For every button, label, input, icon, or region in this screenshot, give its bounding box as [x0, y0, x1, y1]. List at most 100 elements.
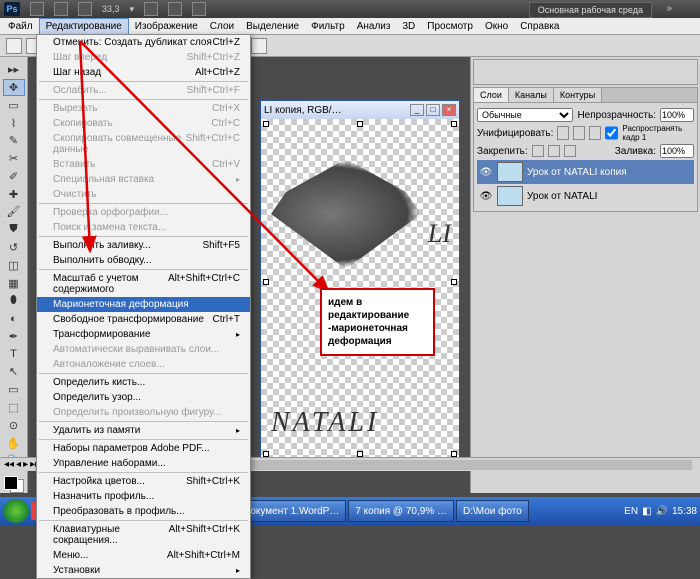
clock[interactable]: 15:38 — [672, 506, 697, 517]
menu-фильтр[interactable]: Фильтр — [305, 19, 351, 34]
move-tool-preset[interactable] — [6, 38, 22, 54]
menu-выделение[interactable]: Выделение — [240, 19, 305, 34]
marquee-tool[interactable]: ▭ — [3, 97, 25, 114]
menu-item[interactable]: Преобразовать в профиль... — [37, 504, 250, 519]
menu-item[interactable]: Управление наборами... — [37, 456, 250, 471]
menu-item[interactable]: Настройка цветов...Shift+Ctrl+K — [37, 474, 250, 489]
3d-tool[interactable]: ⬚ — [3, 399, 25, 416]
menu-item[interactable]: Марионеточная деформация — [37, 297, 250, 312]
close-button[interactable]: × — [442, 104, 456, 116]
menu-редактирование[interactable]: Редактирование — [39, 18, 129, 35]
visibility-icon[interactable]: 👁 — [479, 191, 493, 202]
lock-position-icon[interactable] — [548, 145, 560, 157]
taskbar-item[interactable]: D:\Мои фото — [456, 500, 529, 522]
panel-tab[interactable]: Слои — [474, 88, 509, 102]
shape-tool[interactable]: ▭ — [3, 381, 25, 398]
opacity-input[interactable] — [660, 108, 694, 122]
path-tool[interactable]: ↖ — [3, 364, 25, 381]
healing-tool[interactable]: ✚ — [3, 186, 25, 203]
menu-анализ[interactable]: Анализ — [351, 19, 397, 34]
blur-tool[interactable]: ⬮ — [3, 292, 25, 309]
crop-tool[interactable]: ✂ — [3, 150, 25, 167]
layer-thumb[interactable] — [497, 162, 523, 182]
unify-icon[interactable] — [589, 126, 601, 140]
tab-icon[interactable]: ▸▸ — [3, 61, 25, 78]
menu-слои[interactable]: Слои — [204, 19, 240, 34]
menu-item[interactable]: Назначить профиль... — [37, 489, 250, 504]
taskbar-item[interactable]: Документ 1.WordP… — [236, 500, 346, 522]
document-window[interactable]: LI копия, RGB/… _ □ × LI NATALI — [260, 100, 460, 460]
eyedropper-tool[interactable]: ✐ — [3, 168, 25, 185]
menu-item[interactable]: Выполнить заливку...Shift+F5 — [37, 238, 250, 253]
taskbar-item[interactable]: 7 копия @ 70,9% … — [348, 500, 454, 522]
panel-tab[interactable]: Каналы — [509, 88, 554, 102]
workspace-switcher[interactable]: Основная рабочая среда — [529, 2, 652, 18]
layer-row[interactable]: 👁Урок от NATALI копия — [477, 160, 694, 184]
layer-thumb[interactable] — [497, 186, 523, 206]
minibridge-icon[interactable] — [54, 2, 68, 16]
document-title: LI копия, RGB/… — [264, 105, 342, 116]
visibility-icon[interactable]: 👁 — [479, 167, 493, 178]
collapsed-panel[interactable] — [473, 59, 698, 85]
tray-icon[interactable]: ◧ — [642, 506, 651, 517]
distribute-icon[interactable] — [251, 38, 267, 54]
unify-icon[interactable] — [573, 126, 585, 140]
start-button[interactable] — [3, 499, 29, 523]
view-extras-icon[interactable] — [78, 2, 92, 16]
chevron-right-icon[interactable]: » — [666, 3, 672, 14]
quick-select-tool[interactable]: ✎ — [3, 132, 25, 149]
menu-просмотр[interactable]: Просмотр — [421, 19, 479, 34]
blend-mode-select[interactable]: Обычные — [477, 108, 573, 122]
menu-3d[interactable]: 3D — [396, 19, 421, 34]
menu-справка[interactable]: Справка — [514, 19, 565, 34]
menu-файл[interactable]: Файл — [2, 19, 39, 34]
pen-tool[interactable]: ✒ — [3, 328, 25, 345]
lasso-tool[interactable]: ⌇ — [3, 115, 25, 132]
screenmode-icon[interactable] — [192, 2, 206, 16]
layer-row[interactable]: 👁Урок от NATALI — [477, 184, 694, 208]
maximize-button[interactable]: □ — [426, 104, 440, 116]
menu-item[interactable]: Свободное трансформированиеCtrl+T — [37, 312, 250, 327]
minimize-button[interactable]: _ — [410, 104, 424, 116]
document-titlebar[interactable]: LI копия, RGB/… _ □ × — [261, 101, 459, 119]
propagate-checkbox[interactable] — [605, 126, 618, 140]
zoom-dropdown-icon[interactable]: ▾ — [130, 4, 135, 15]
menu-item[interactable]: Наборы параметров Adobe PDF... — [37, 441, 250, 456]
arrange-icon[interactable] — [168, 2, 182, 16]
lock-all-icon[interactable] — [564, 145, 576, 157]
menu-item[interactable]: Установки — [37, 563, 250, 578]
lang-indicator[interactable]: EN — [624, 506, 638, 517]
brush-tool[interactable]: 🖌 — [3, 204, 25, 221]
hand-tool[interactable]: ✋ — [3, 435, 25, 452]
type-tool[interactable]: T — [3, 346, 25, 363]
menu-item[interactable]: Клавиатурные сокращения...Alt+Shift+Ctrl… — [37, 522, 250, 548]
3d-camera-tool[interactable]: ⊙ — [3, 417, 25, 434]
history-brush-tool[interactable]: ↺ — [3, 239, 25, 256]
menu-item[interactable]: Отменить: Создать дубликат слояCtrl+Z — [37, 35, 250, 50]
stamp-tool[interactable]: ⛊ — [3, 221, 25, 238]
menu-item[interactable]: Определить кисть... — [37, 375, 250, 390]
menu-item[interactable]: Определить узор... — [37, 390, 250, 405]
menu-item[interactable]: Выполнить обводку... — [37, 253, 250, 268]
color-swatches[interactable] — [4, 476, 24, 493]
menu-item[interactable]: Удалить из памяти — [37, 423, 250, 438]
gradient-tool[interactable]: ▦ — [3, 275, 25, 292]
dodge-tool[interactable]: ◐ — [3, 310, 25, 327]
hand-icon[interactable] — [144, 2, 158, 16]
menu-item[interactable]: Масштаб с учетом содержимогоAlt+Shift+Ct… — [37, 271, 250, 297]
unify-icon[interactable] — [557, 126, 569, 140]
system-tray: EN ◧ 🔊 15:38 — [624, 506, 697, 517]
menu-окно[interactable]: Окно — [479, 19, 514, 34]
menu-item[interactable]: Шаг назадAlt+Ctrl+Z — [37, 65, 250, 80]
menu-изображение[interactable]: Изображение — [129, 19, 204, 34]
tray-icon[interactable]: 🔊 — [656, 506, 668, 517]
menu-item[interactable]: Трансформирование — [37, 327, 250, 342]
move-tool[interactable]: ✥ — [3, 79, 25, 96]
menu-item[interactable]: Меню...Alt+Shift+Ctrl+M — [37, 548, 250, 563]
panel-tab[interactable]: Контуры — [554, 88, 602, 102]
zoom-percent[interactable]: 33,3 — [102, 4, 120, 14]
eraser-tool[interactable]: ◫ — [3, 257, 25, 274]
lock-pixels-icon[interactable] — [532, 145, 544, 157]
fill-input[interactable] — [660, 144, 694, 158]
bridge-icon[interactable] — [30, 2, 44, 16]
